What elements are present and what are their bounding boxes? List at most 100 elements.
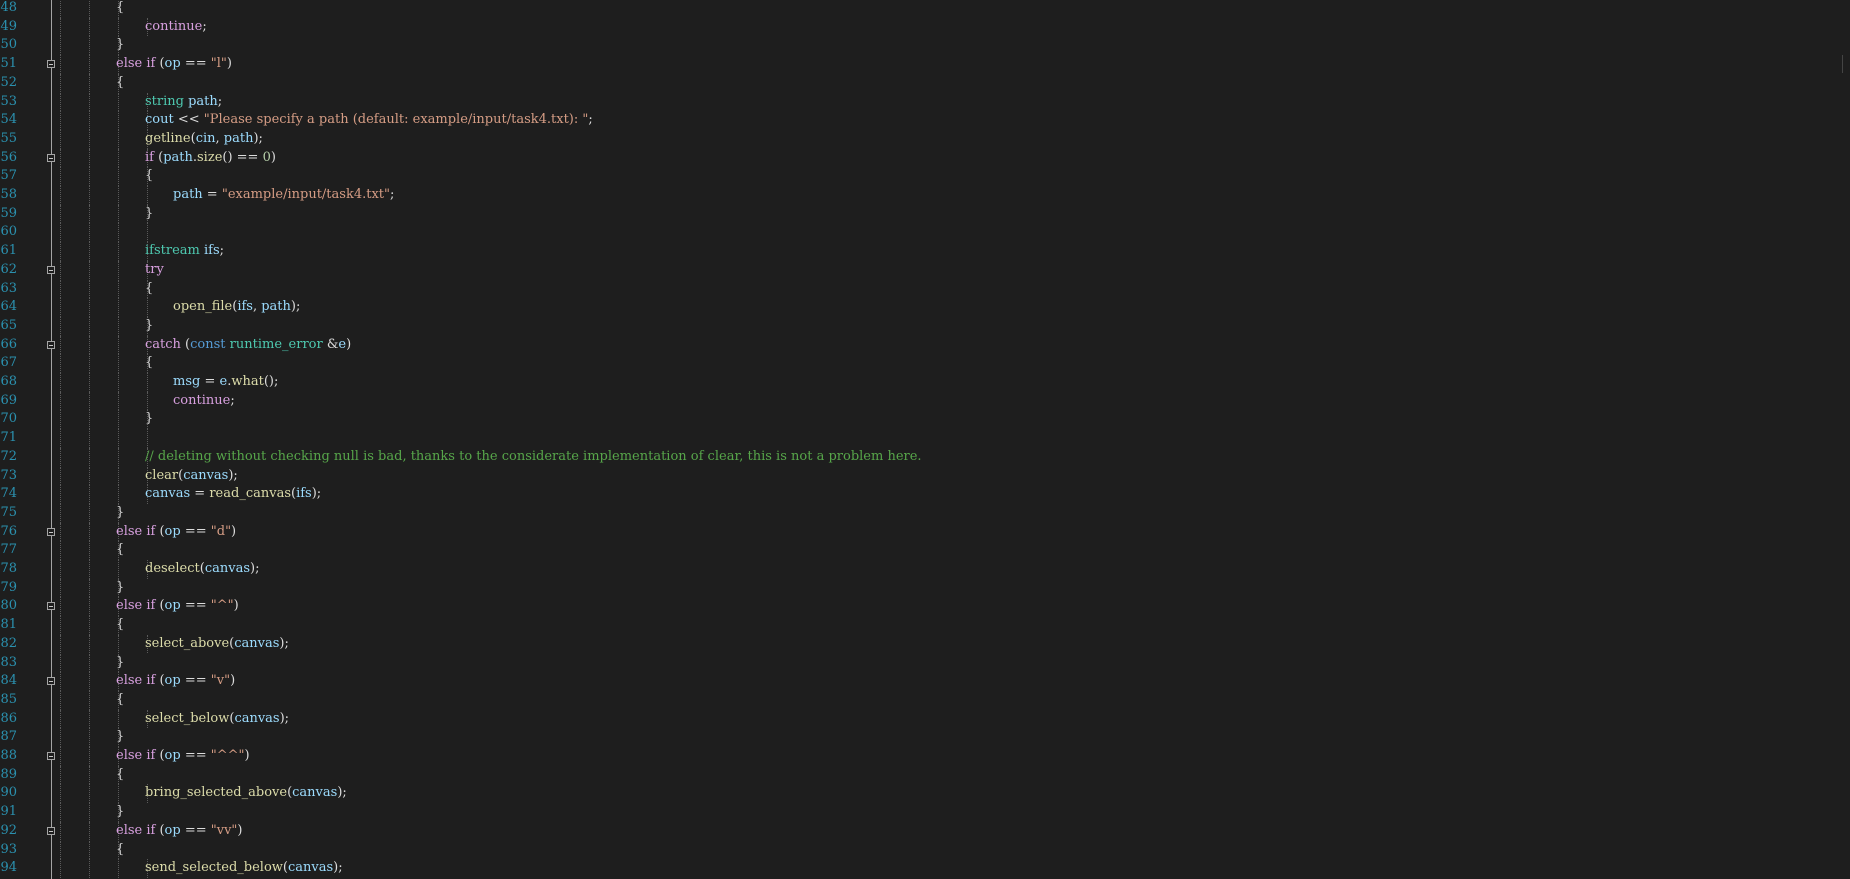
code-line[interactable]: 64 open_file(ifs, path); bbox=[0, 298, 1850, 317]
code-text: } bbox=[116, 36, 124, 55]
code-line[interactable]: 92 else if (op == "vv") bbox=[0, 821, 1850, 841]
code-line[interactable]: 74 canvas = read_canvas(ifs); bbox=[0, 485, 1850, 504]
indent-guide bbox=[60, 447, 61, 467]
indent-guide bbox=[89, 391, 90, 411]
collapse-icon[interactable] bbox=[47, 265, 55, 274]
indent-guide bbox=[60, 690, 61, 710]
code-line[interactable]: 60 bbox=[0, 223, 1850, 243]
code-line[interactable]: 76 else if (op == "d") bbox=[0, 522, 1850, 542]
token-punc: ; bbox=[202, 18, 207, 34]
indent-guide bbox=[89, 578, 90, 598]
code-line[interactable]: 88 else if (op == "^^") bbox=[0, 747, 1850, 766]
code-line[interactable]: 93 { bbox=[0, 840, 1850, 860]
indent-guide bbox=[60, 429, 61, 448]
collapse-icon[interactable] bbox=[47, 826, 55, 835]
indent-guide bbox=[118, 167, 119, 186]
code-line[interactable]: 73 clear(canvas); bbox=[0, 466, 1850, 486]
code-line[interactable]: 80 else if (op == "^") bbox=[0, 597, 1850, 617]
line-number: 64 bbox=[0, 299, 17, 315]
indent-guide bbox=[60, 391, 61, 411]
code-line[interactable]: 77 { bbox=[0, 541, 1850, 560]
collapse-icon[interactable] bbox=[47, 153, 55, 162]
indent-guide bbox=[60, 803, 61, 822]
token-var: cout bbox=[145, 112, 174, 128]
collapse-icon[interactable] bbox=[47, 602, 55, 611]
code-line[interactable]: 72 // deleting without checking null is b… bbox=[0, 447, 1850, 467]
collapse-icon[interactable] bbox=[47, 752, 55, 760]
code-line[interactable]: 55 getline(cin, path); bbox=[0, 129, 1850, 149]
token-punc: { bbox=[116, 542, 125, 558]
code-line[interactable]: 57 { bbox=[0, 167, 1850, 186]
code-line[interactable]: 59} bbox=[0, 204, 1850, 224]
indent-guide bbox=[60, 17, 61, 37]
indent-guide bbox=[147, 373, 148, 392]
token-punc: ) bbox=[231, 523, 237, 539]
indent-guide bbox=[89, 36, 90, 56]
code-line[interactable]: 48 { bbox=[0, 0, 1850, 18]
code-line[interactable]: 51 else if (op == "l") bbox=[0, 55, 1850, 74]
line-number: 81 bbox=[0, 617, 17, 633]
indent-guide bbox=[60, 148, 61, 168]
token-punc: } bbox=[116, 729, 125, 745]
token-var: canvas bbox=[145, 486, 191, 502]
code-line[interactable]: 68 msg = e.what(); bbox=[0, 373, 1850, 392]
code-editor[interactable]: 48{49 continue; 50} 51 else if (op == "l") 52… bbox=[0, 0, 1850, 879]
code-line[interactable]: 83} bbox=[0, 653, 1850, 673]
indent-guide bbox=[89, 354, 90, 373]
line-number: 78 bbox=[0, 561, 17, 576]
code-line[interactable]: 70} bbox=[0, 410, 1850, 430]
code-line[interactable]: 78 deselect(canvas); bbox=[0, 560, 1850, 579]
collapse-icon[interactable] bbox=[47, 60, 55, 69]
token-var: canvas bbox=[183, 467, 229, 483]
code-text: } bbox=[116, 654, 124, 673]
collapse-icon[interactable] bbox=[47, 340, 55, 349]
indent-guide bbox=[60, 186, 61, 205]
line-number: 59 bbox=[0, 205, 17, 221]
line-number: 57 bbox=[0, 168, 17, 184]
code-line[interactable]: 65} bbox=[0, 316, 1850, 336]
indent-guide bbox=[60, 765, 61, 785]
code-line[interactable]: 67 { bbox=[0, 354, 1850, 373]
code-line[interactable]: 94 send_selected_below(canvas); bbox=[0, 859, 1850, 878]
collapse-icon[interactable] bbox=[47, 527, 55, 536]
code-line[interactable]: 75} bbox=[0, 503, 1850, 523]
code-line[interactable]: 85 { bbox=[0, 690, 1850, 710]
line-number: 53 bbox=[0, 93, 17, 109]
line-number: 62 bbox=[0, 261, 17, 277]
scrollbar-marker[interactable] bbox=[1842, 55, 1850, 73]
code-line[interactable]: 89 { bbox=[0, 765, 1850, 785]
code-line[interactable]: 84 else if (op == "v") bbox=[0, 672, 1850, 691]
code-line[interactable]: 61 ifstream ifs; bbox=[0, 242, 1850, 261]
code-line[interactable]: 69 continue; bbox=[0, 391, 1850, 411]
indent-guide bbox=[60, 354, 61, 373]
token-kw: continue bbox=[145, 18, 203, 34]
line-number: 82 bbox=[0, 635, 17, 651]
code-line[interactable]: 79} bbox=[0, 578, 1850, 598]
code-line[interactable]: 63 { bbox=[0, 279, 1850, 299]
token-kw: else if bbox=[116, 673, 156, 689]
indent-guide bbox=[118, 204, 119, 224]
code-line[interactable]: 81 { bbox=[0, 616, 1850, 635]
code-line[interactable]: 52 { bbox=[0, 73, 1850, 93]
code-line[interactable]: 66 catch (const runtime_error &e) bbox=[0, 335, 1850, 355]
collapse-icon[interactable] bbox=[47, 677, 55, 686]
token-fn: read_canvas bbox=[209, 486, 291, 502]
token-type: string bbox=[145, 93, 184, 109]
code-line[interactable]: 58 path = "example/input/task4.txt"; bbox=[0, 186, 1850, 205]
code-line[interactable]: 86 select_below(canvas); bbox=[0, 709, 1850, 729]
code-line[interactable]: 90 bring_selected_above(canvas); bbox=[0, 784, 1850, 804]
code-line[interactable]: 82 select_above(canvas); bbox=[0, 634, 1850, 654]
code-line[interactable]: 87} bbox=[0, 728, 1850, 747]
code-line[interactable]: 53 string path; bbox=[0, 92, 1850, 112]
indent-guide bbox=[89, 410, 90, 430]
code-line[interactable]: 54 cout << "Please specify a path (defaul… bbox=[0, 111, 1850, 130]
code-line[interactable]: 49 continue; bbox=[0, 17, 1850, 37]
code-line[interactable]: 56 if (path.size() == 0) bbox=[0, 148, 1850, 168]
code-line[interactable]: 91} bbox=[0, 803, 1850, 822]
code-line[interactable]: 71 bbox=[0, 429, 1850, 448]
token-var: ifs bbox=[204, 243, 220, 259]
code-line[interactable]: 62 try bbox=[0, 260, 1850, 280]
code-line[interactable]: 50} bbox=[0, 36, 1850, 56]
indent-guide bbox=[89, 298, 90, 317]
indent-guide bbox=[60, 242, 61, 261]
